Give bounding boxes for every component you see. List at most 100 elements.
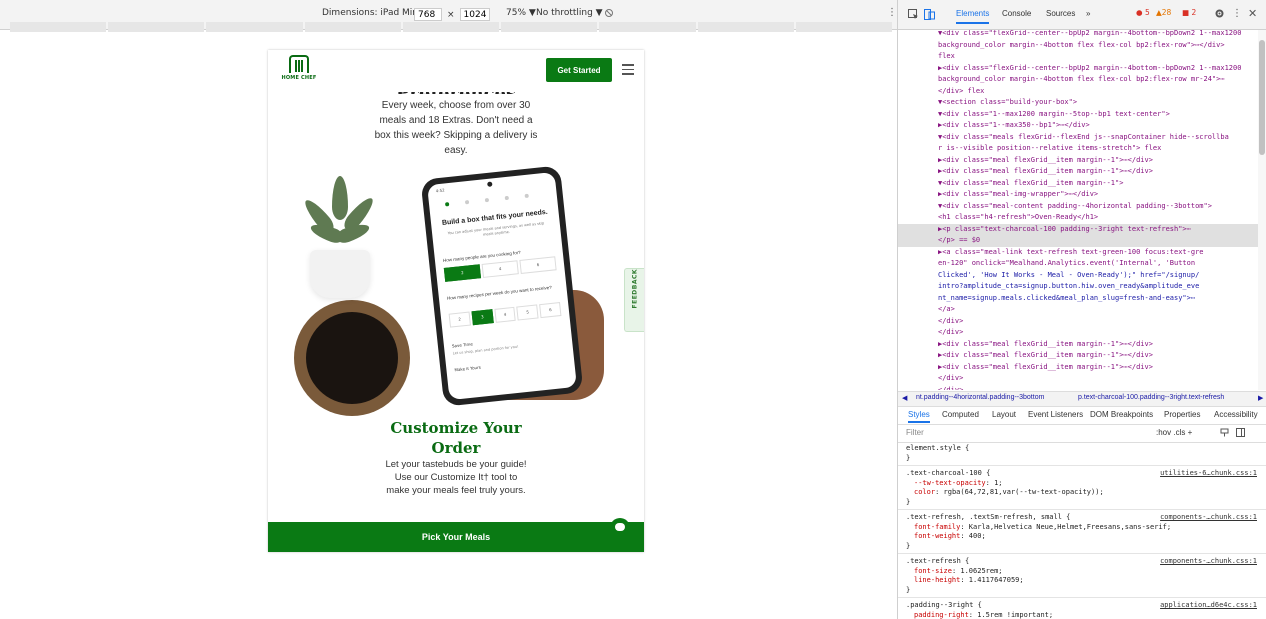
css-property-name[interactable]: font-weight [914, 532, 960, 540]
css-property-name[interactable]: font-size [914, 567, 952, 575]
breadcrumb-right-arrow[interactable]: ▶ [1258, 394, 1263, 402]
throttling-dropdown[interactable]: No throttling ▼ [536, 8, 603, 18]
css-property-value[interactable]: Karla,Helvetica Neue,Helmet,Freesans,san… [969, 523, 1171, 531]
css-source-link[interactable]: utilities-6…chunk.css:1 [1160, 469, 1257, 479]
dom-node-row[interactable]: ▶<div class="meal flexGrid__item margin-… [898, 362, 1266, 374]
dom-node-row[interactable]: Clicked', 'How It Works - Meal - Oven-Re… [898, 270, 1266, 282]
issues-count-badge[interactable]: ■ 2 [1180, 8, 1198, 17]
dom-node-row[interactable]: background_color margin--4bottom flex fl… [898, 74, 1266, 86]
dom-node-row[interactable]: ▶<p class="text-charcoal-100 padding--3r… [898, 223, 1266, 235]
css-property-value[interactable]: 1.5rem !important; [977, 611, 1053, 619]
sidebar-toggle-icon[interactable] [1236, 428, 1245, 437]
subtab-dom-breakpoints[interactable]: DOM Breakpoints [1090, 410, 1153, 419]
css-property[interactable]: --tw-text-opacity: 1; [914, 479, 1003, 489]
css-rule-selector[interactable]: .padding--3right { [906, 601, 982, 611]
subtab-styles[interactable]: Styles [908, 410, 930, 423]
tab-sources[interactable]: Sources [1046, 9, 1075, 18]
css-source-link[interactable]: components-…chunk.css:1 [1160, 557, 1257, 567]
dom-node-row[interactable]: <h1 class="h4-refresh">Oven-Ready</h1> [898, 212, 1266, 224]
css-property[interactable]: font-family: Karla,Helvetica Neue,Helmet… [914, 523, 1171, 533]
dom-node-row[interactable]: ▶<div class="meal flexGrid__item margin-… [898, 155, 1266, 167]
css-rule-selector[interactable]: element.style { [906, 444, 969, 454]
dom-node-row[interactable]: ▼<div class="meals flexGrid--flexEnd js-… [898, 132, 1266, 144]
dom-node-row[interactable]: </div> [898, 327, 1266, 339]
error-count-badge[interactable]: ● 5 [1134, 8, 1152, 17]
dom-node-row[interactable]: ▶<div class="meal flexGrid__item margin-… [898, 166, 1266, 178]
css-source-link[interactable]: application…d6e4c.css:1 [1160, 601, 1257, 611]
subtab-event-listeners[interactable]: Event Listeners [1028, 410, 1083, 419]
dom-node-row[interactable]: ▶<div class="1--max350--bp1">⋯</div> [898, 120, 1266, 132]
css-source-link[interactable]: components-…chunk.css:1 [1160, 513, 1257, 523]
css-rule-selector[interactable]: .text-refresh { [906, 557, 969, 567]
css-property-value[interactable]: 400; [969, 532, 986, 540]
dom-node-row[interactable]: ▼<div class="flexGrid--center--bpUp2 mar… [898, 30, 1266, 40]
dom-node-row[interactable]: ▼<div class="1--max1200 margin--5top--bp… [898, 109, 1266, 121]
breadcrumb-left-arrow[interactable]: ◀ [902, 394, 907, 402]
close-devtools-icon[interactable]: ✕ [1248, 7, 1257, 20]
dom-node-row[interactable]: </a> [898, 304, 1266, 316]
feedback-tab[interactable]: FEEDBACK [624, 268, 644, 332]
height-input[interactable] [459, 8, 490, 21]
dom-node-row[interactable]: </div> [898, 373, 1266, 385]
dom-node-row[interactable]: </div> [898, 316, 1266, 328]
home-chef-logo[interactable]: HOME CHEF [280, 55, 318, 87]
breadcrumb-item-selected[interactable]: p.text-charcoal-100.padding--3right.text… [1078, 394, 1224, 401]
css-property-name[interactable]: padding-right [914, 611, 969, 619]
filter-input[interactable]: Filter [906, 428, 924, 437]
get-started-button[interactable]: Get Started [546, 58, 612, 82]
css-property[interactable]: font-size: 1.0625rem; [914, 567, 1003, 577]
hamburger-menu-icon[interactable] [622, 64, 634, 75]
css-property[interactable]: padding-right: 1.5rem !important; [914, 611, 1053, 619]
dom-node-row[interactable]: ▶<a class="meal-link text-refresh text-g… [898, 247, 1266, 259]
subtab-properties[interactable]: Properties [1164, 410, 1200, 419]
css-property-value[interactable]: 1.4117647059; [969, 576, 1024, 584]
css-property[interactable]: font-weight: 400; [914, 532, 986, 542]
css-property-name[interactable]: font-family [914, 523, 960, 531]
css-property-value[interactable]: rgba(64,72,81,var(--tw-text-opacity)); [944, 488, 1104, 496]
more-tabs-icon[interactable]: » [1086, 9, 1090, 18]
paint-brush-icon[interactable] [1220, 428, 1229, 437]
rotate-icon[interactable] [604, 8, 614, 18]
css-property[interactable]: line-height: 1.4117647059; [914, 576, 1024, 586]
subtab-computed[interactable]: Computed [942, 410, 979, 419]
dom-node-row[interactable]: ▶<div class="meal flexGrid__item margin-… [898, 339, 1266, 351]
dom-scrollbar[interactable] [1258, 30, 1266, 390]
devtools-menu-icon[interactable]: ⋮ [1232, 8, 1242, 19]
dom-node-row[interactable]: flex [898, 51, 1266, 63]
css-rule-selector[interactable]: .text-refresh, .textSm-refresh, small { [906, 513, 1070, 523]
filter-tools[interactable]: :hov .cls + [1156, 428, 1192, 437]
tab-console[interactable]: Console [1002, 9, 1031, 18]
dom-node-row[interactable]: ▶<div class="meal flexGrid__item margin-… [898, 350, 1266, 362]
warning-count-badge[interactable]: ▲28 [1154, 8, 1173, 17]
css-property-name[interactable]: --tw-text-opacity [914, 479, 986, 487]
dom-node-row[interactable]: </div> [898, 385, 1266, 391]
pick-your-meals-button[interactable]: Pick Your Meals [268, 522, 644, 552]
dom-node-row[interactable]: ▼<div class="meal-content padding--4hori… [898, 201, 1266, 213]
more-options-icon[interactable]: ⋮ [887, 7, 897, 18]
settings-gear-icon[interactable] [1214, 8, 1225, 19]
chat-icon[interactable] [610, 518, 630, 538]
css-property-name[interactable]: color [914, 488, 935, 496]
subtab-layout[interactable]: Layout [992, 410, 1016, 419]
tab-elements[interactable]: Elements [956, 9, 990, 24]
dom-node-row[interactable]: intro?amplitude_cta=signup.button.hiw.ov… [898, 281, 1266, 293]
dom-node-row[interactable]: ▶<div class="meal-img-wrapper">⋯</div> [898, 189, 1266, 201]
css-property-value[interactable]: 1.0625rem; [960, 567, 1002, 575]
dom-node-row[interactable]: </p> == $0 [898, 235, 1266, 247]
dom-node-row[interactable]: ▶<div class="flexGrid--center--bpUp2 mar… [898, 63, 1266, 75]
dom-node-row[interactable]: background_color margin--4bottom flex fl… [898, 40, 1266, 52]
dom-node-row[interactable]: ▼<section class="build-your-box"> [898, 97, 1266, 109]
zoom-dropdown[interactable]: 75% ▼ [506, 8, 536, 18]
css-property[interactable]: color: rgba(64,72,81,var(--tw-text-opaci… [914, 488, 1104, 498]
css-rule-selector[interactable]: .text-charcoal-100 { [906, 469, 990, 479]
css-property-name[interactable]: line-height [914, 576, 960, 584]
subtab-accessibility[interactable]: Accessibility [1214, 410, 1258, 419]
dom-node-row[interactable]: </div> flex [898, 86, 1266, 98]
dom-node-row[interactable]: en-120" onclick="Mealhand.Analytics.even… [898, 258, 1266, 270]
breadcrumb-item[interactable]: nt.padding--4horizontal.padding--3bottom [916, 394, 1044, 401]
dom-node-row[interactable]: r is--visible position--relative items-s… [898, 143, 1266, 155]
device-toggle-icon[interactable] [924, 9, 935, 20]
css-property-value[interactable]: 1; [994, 479, 1002, 487]
dom-node-row[interactable]: nt_name=signup.meals.clicked&meal_plan_s… [898, 293, 1266, 305]
width-input[interactable] [414, 8, 442, 21]
